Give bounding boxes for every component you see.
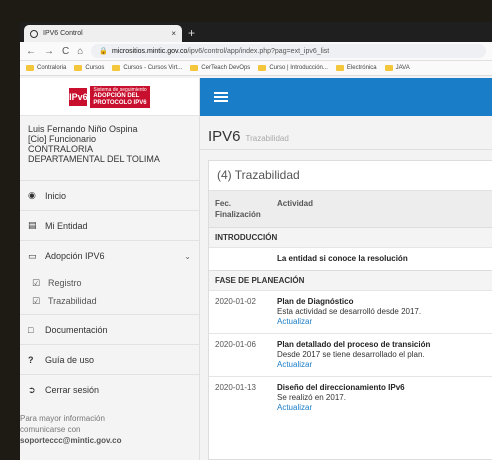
user-info: Luis Fernando Niño Ospina [Cio] Funciona… bbox=[20, 116, 199, 181]
section-row: INTRODUCCIÓN bbox=[209, 227, 492, 248]
user-role: [Cio] Funcionario bbox=[28, 134, 97, 144]
table-row: 2020-01-13 Diseño del direccionamiento I… bbox=[209, 376, 492, 419]
trazabilidad-card: (4) Trazabilidad Fec. Finalización Activi… bbox=[208, 160, 492, 460]
tab-title: IPV6 Control bbox=[43, 30, 83, 37]
lock-icon: 🔒 bbox=[99, 48, 108, 55]
menu-icon[interactable] bbox=[214, 90, 228, 105]
row-activity: La entidad si conoce la resolución bbox=[277, 254, 408, 263]
trazabilidad-table: Fec. Finalización Actividad INTRODUCCIÓN … bbox=[209, 191, 492, 419]
folder-icon bbox=[26, 65, 34, 71]
col-header-activity[interactable]: Actividad bbox=[271, 191, 492, 228]
question-icon: ? bbox=[28, 354, 34, 365]
page-subtitle: Trazabilidad bbox=[245, 134, 289, 143]
page-title: IPV6 bbox=[208, 128, 241, 145]
row-date bbox=[209, 247, 271, 271]
folder-icon bbox=[74, 65, 83, 71]
browser-window: IPV6 Control × + ← → C ⌂ 🔒 micrositios.m… bbox=[20, 22, 492, 460]
page: IPv6 Sistema de seguimiento ADOPCIÓN DEL… bbox=[20, 78, 492, 460]
table-row: 2020-01-02 Plan de Diagnóstico Esta acti… bbox=[209, 290, 492, 334]
sidebar: IPv6 Sistema de seguimiento ADOPCIÓN DEL… bbox=[20, 78, 200, 460]
sign-out-icon: ➲ bbox=[28, 384, 36, 395]
table-row: 2020-01-06 Plan detallado del proceso de… bbox=[209, 333, 492, 377]
table-row: La entidad si conoce la resolución bbox=[209, 247, 492, 271]
support-email[interactable]: soporteccc@mintic.gov.co bbox=[20, 435, 199, 446]
folder-icon bbox=[384, 65, 393, 71]
address-bar: ← → C ⌂ 🔒 micrositios.mintic.gov.co /ipv… bbox=[20, 42, 492, 61]
url-field[interactable]: 🔒 micrositios.mintic.gov.co /ipv6/contro… bbox=[91, 44, 486, 58]
update-link[interactable]: Actualizar bbox=[277, 403, 486, 413]
folder-icon bbox=[112, 65, 121, 71]
bookmark-item[interactable]: Cursos - Cursos Virt... bbox=[112, 65, 182, 71]
folder-icon bbox=[335, 65, 344, 71]
forward-icon[interactable]: → bbox=[44, 46, 54, 57]
building-icon: ▤ bbox=[28, 220, 37, 230]
document-icon: □ bbox=[28, 324, 34, 335]
monitor-icon: ▭ bbox=[28, 250, 37, 261]
folder-icon bbox=[258, 65, 267, 71]
tab-close-icon[interactable]: × bbox=[171, 29, 176, 38]
url-host: micrositios.mintic.gov.co bbox=[112, 47, 188, 55]
page-heading: IPV6 Trazabilidad bbox=[200, 116, 492, 150]
user-name: Luis Fernando Niño Ospina bbox=[28, 124, 138, 134]
bookmark-item[interactable]: CerTeach DevOps bbox=[190, 65, 250, 71]
row-description: Se realizó en 2017. bbox=[277, 393, 346, 402]
favicon-icon bbox=[30, 29, 38, 38]
row-date: 2020-01-13 bbox=[209, 376, 271, 419]
bookmark-item[interactable]: Cursos bbox=[74, 65, 104, 71]
row-description: Esta actividad se desarrolló desde 2017. bbox=[277, 307, 422, 316]
checkbox-edit-icon: ☑ bbox=[32, 295, 41, 306]
main-content: IPV6 Trazabilidad (4) Trazabilidad Fec. F… bbox=[200, 78, 492, 460]
folder-icon bbox=[190, 65, 199, 71]
submenu-adopcion: ☑ Registro ☑ Trazabilidad bbox=[20, 271, 199, 315]
bookmark-item[interactable]: JAVA bbox=[384, 65, 410, 71]
row-date: 2020-01-02 bbox=[209, 290, 271, 334]
row-activity: Plan detallado del proceso de transición bbox=[277, 340, 431, 349]
chevron-down-icon: ⌄ bbox=[184, 251, 191, 261]
ipv6-logo-icon: IPv6 bbox=[69, 87, 88, 106]
row-description: Desde 2017 se tiene desarrollado el plan… bbox=[277, 350, 425, 359]
new-tab-button[interactable]: + bbox=[188, 26, 195, 40]
sidebar-item-guia[interactable]: ? Guía de uso bbox=[20, 345, 199, 375]
logo-text: Sistema de seguimiento ADOPCIÓN DEL PROT… bbox=[90, 85, 150, 108]
sidebar-item-mi-entidad[interactable]: ▤ Mi Entidad bbox=[20, 211, 199, 241]
bookmarks-bar: Contraloria Cursos Cursos - Cursos Virt.… bbox=[20, 61, 492, 76]
sidebar-item-adopcion[interactable]: ▭ Adopción IPV6 ⌄ bbox=[20, 241, 199, 271]
sidebar-item-registro[interactable]: ☑ Registro bbox=[20, 274, 199, 292]
back-icon[interactable]: ← bbox=[26, 46, 36, 57]
reload-icon[interactable]: C bbox=[62, 46, 69, 57]
update-link[interactable]: Actualizar bbox=[277, 317, 486, 327]
sidebar-item-cerrar-sesion[interactable]: ➲ Cerrar sesión bbox=[20, 375, 199, 405]
update-link[interactable]: Actualizar bbox=[277, 360, 486, 370]
bookmark-item[interactable]: Electrónica bbox=[335, 65, 377, 71]
table-header: Fec. Finalización Actividad bbox=[209, 191, 492, 228]
sidebar-item-trazabilidad[interactable]: ☑ Trazabilidad bbox=[20, 292, 199, 310]
col-header-date[interactable]: Fec. Finalización bbox=[209, 191, 271, 228]
home-icon[interactable]: ⌂ bbox=[77, 46, 83, 57]
section-row: FASE DE PLANEACIÓN bbox=[209, 270, 492, 291]
card-title: (4) Trazabilidad bbox=[209, 161, 492, 191]
dashboard-icon: ◉ bbox=[28, 190, 36, 200]
tab-bar: IPV6 Control × + bbox=[20, 22, 492, 42]
logo[interactable]: IPv6 Sistema de seguimiento ADOPCIÓN DEL… bbox=[69, 85, 150, 108]
row-activity: Diseño del direccionamiento IPv6 bbox=[277, 383, 405, 392]
bookmark-item[interactable]: Curso | Introducción... bbox=[258, 65, 328, 71]
checkbox-edit-icon: ☑ bbox=[32, 277, 41, 288]
row-date: 2020-01-06 bbox=[209, 333, 271, 377]
entity-name: CONTRALORIA bbox=[28, 144, 94, 154]
entity-name-2: DEPARTAMENTAL DEL TOLIMA bbox=[28, 154, 160, 164]
row-activity: Plan de Diagnóstico bbox=[277, 297, 354, 306]
contact-info: Para mayor información comunicarse con s… bbox=[20, 405, 199, 446]
sidebar-item-documentacion[interactable]: □ Documentación bbox=[20, 315, 199, 345]
bookmark-item[interactable]: Contraloria bbox=[26, 65, 66, 71]
url-path: /ipv6/control/app/index.php?pag=ext_ipv6… bbox=[187, 47, 330, 55]
logo-area[interactable]: IPv6 Sistema de seguimiento ADOPCIÓN DEL… bbox=[20, 78, 199, 116]
sidebar-item-inicio[interactable]: ◉ Inicio bbox=[20, 181, 199, 211]
top-bar bbox=[200, 78, 492, 116]
browser-tab[interactable]: IPV6 Control × bbox=[24, 25, 182, 42]
